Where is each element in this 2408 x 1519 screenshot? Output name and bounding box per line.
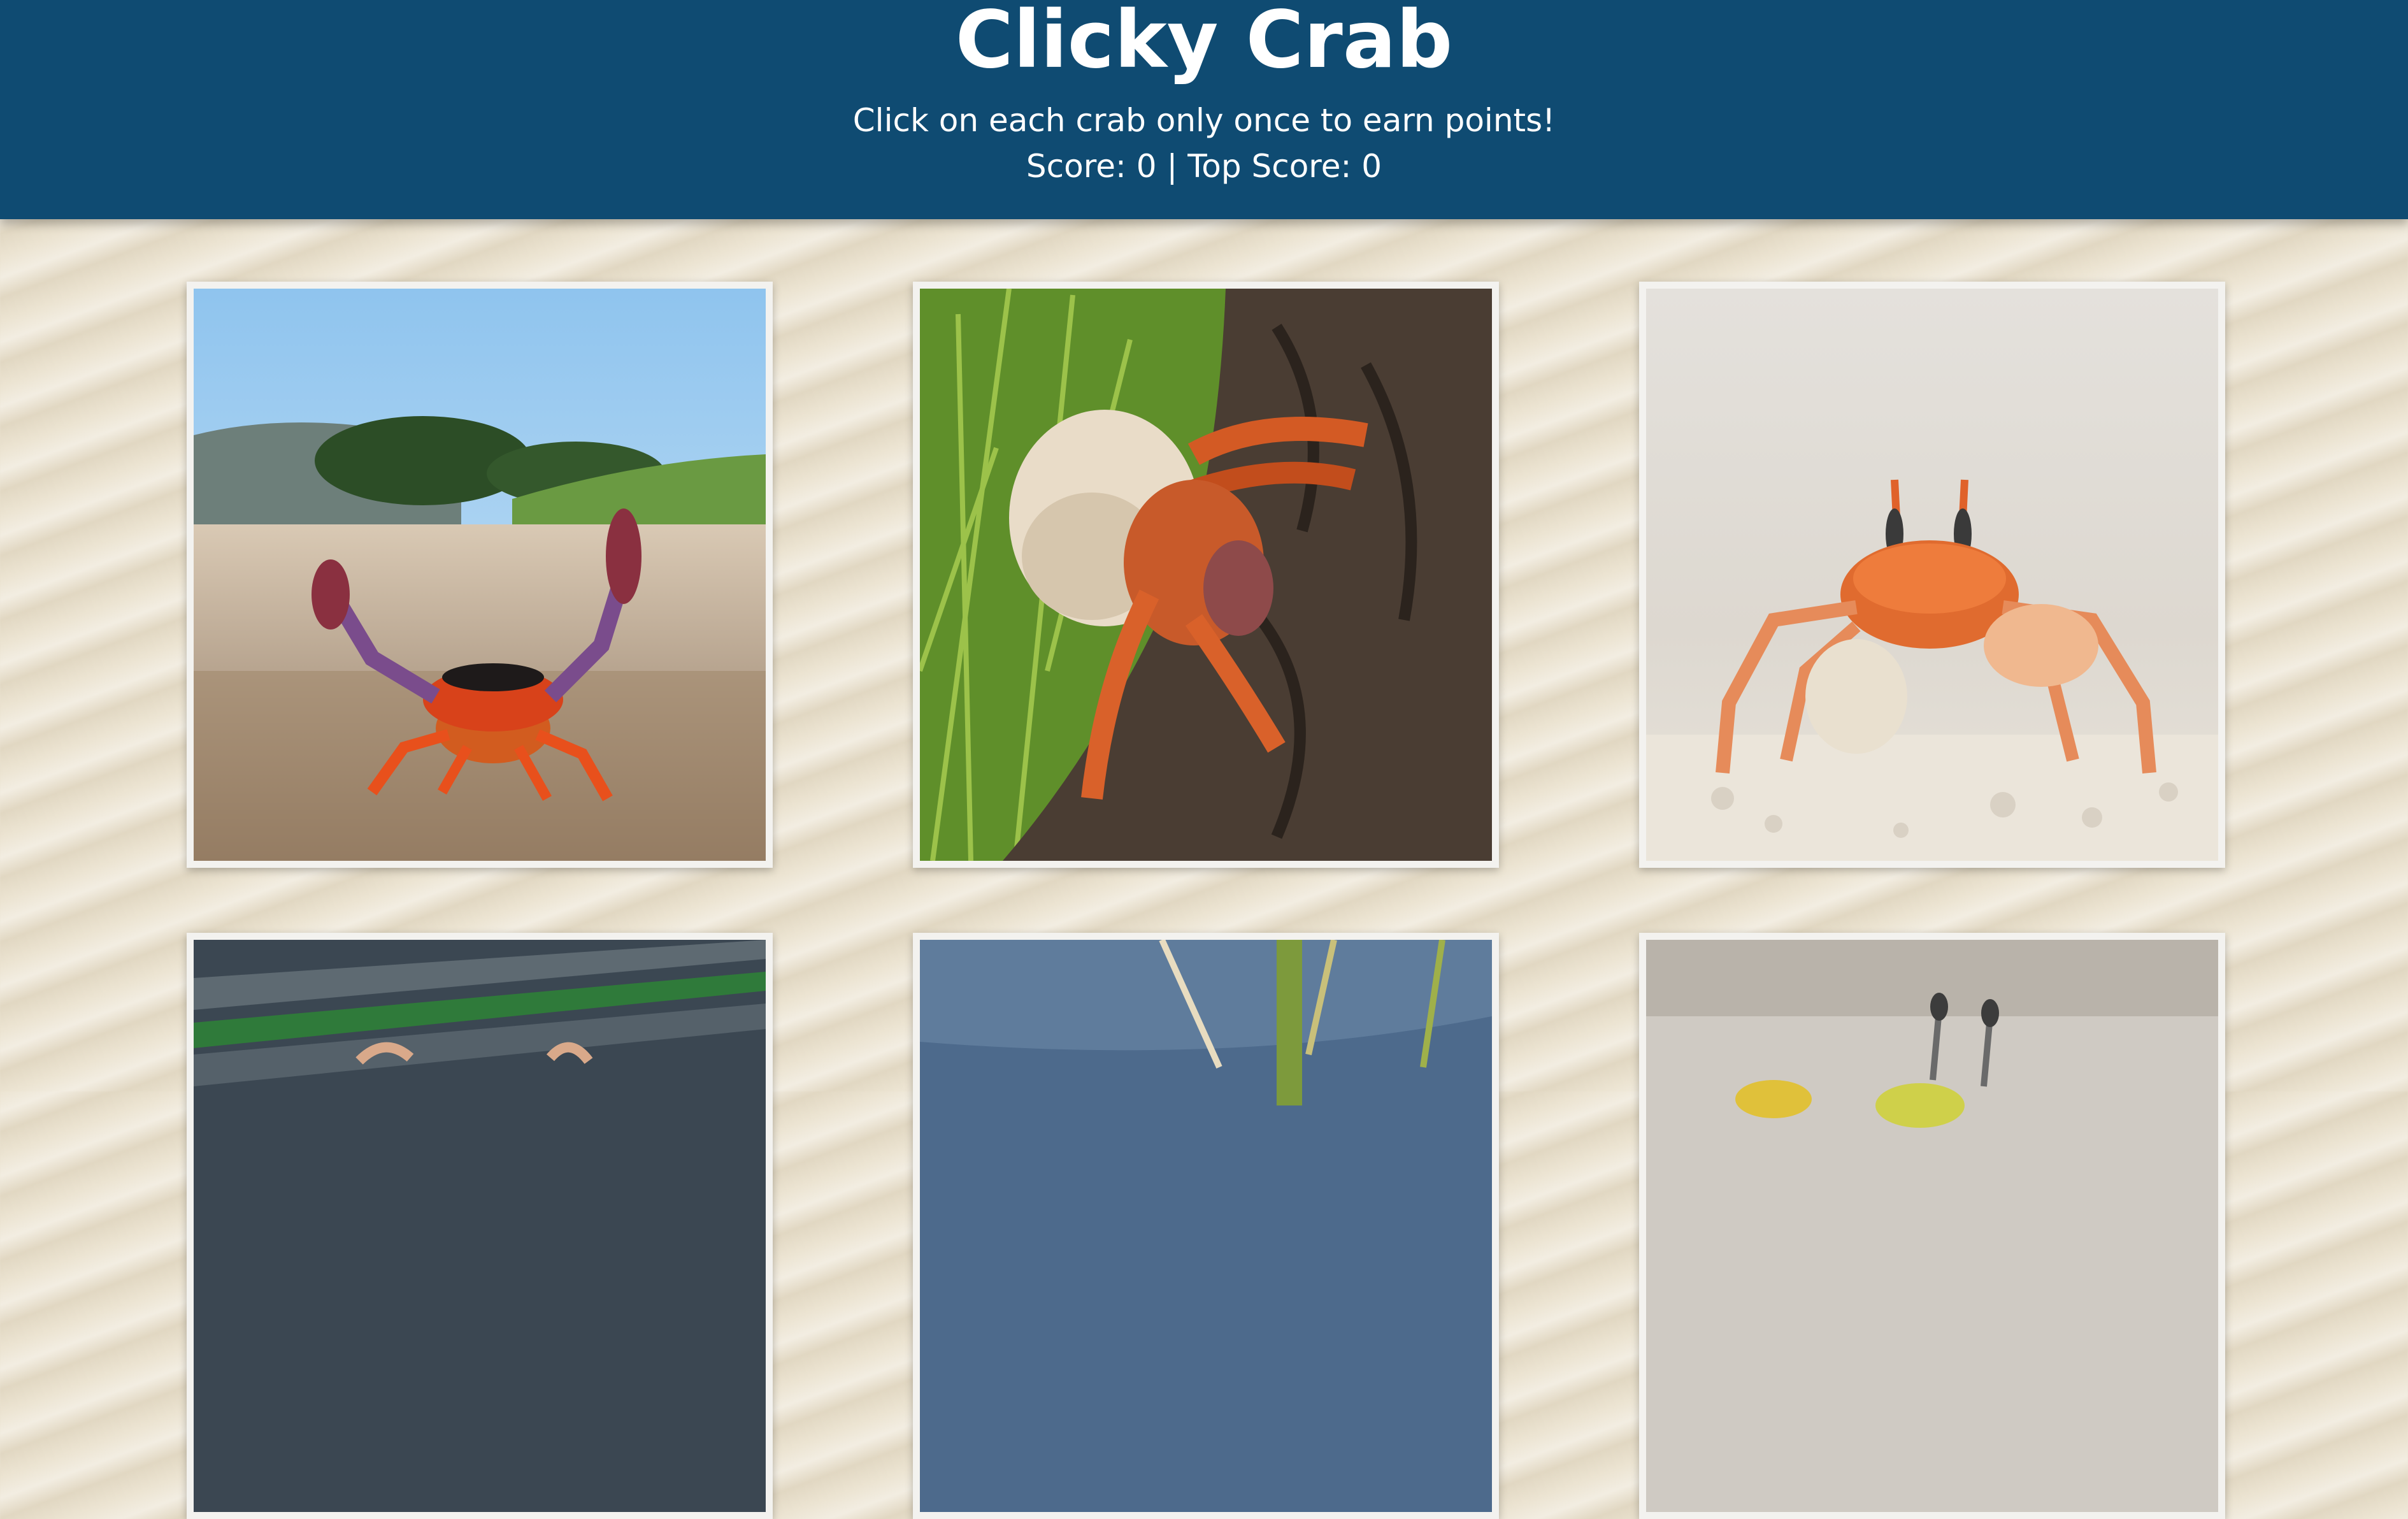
crab-image-6 [1646, 940, 2218, 1512]
crab-image-4 [194, 940, 766, 1512]
crab-card-3[interactable] [1639, 282, 2225, 868]
page-title: Clicky Crab [955, 0, 1453, 86]
crab-card-6[interactable] [1639, 933, 2225, 1519]
crab-image-1 [194, 289, 766, 861]
crab-card-1[interactable] [187, 282, 773, 868]
instructions-text: Click on each crab only once to earn poi… [852, 102, 1556, 139]
score-value: 0 [1136, 148, 1157, 185]
score-separator: | [1166, 148, 1178, 185]
crab-image-5 [920, 940, 1492, 1512]
top-score-label: Top Score: [1187, 148, 1352, 185]
page-header: Clicky Crab Click on each crab only once… [0, 0, 2408, 219]
score-label: Score: [1026, 148, 1126, 185]
crab-image-2 [920, 289, 1492, 861]
crab-card-4[interactable] [187, 933, 773, 1519]
crab-card-2[interactable] [913, 282, 1499, 868]
crab-card-5[interactable] [913, 933, 1499, 1519]
score-bar: Score: 0 | Top Score: 0 [0, 144, 2408, 189]
top-score-value: 0 [1361, 148, 1382, 185]
crab-image-3 [1646, 289, 2218, 861]
